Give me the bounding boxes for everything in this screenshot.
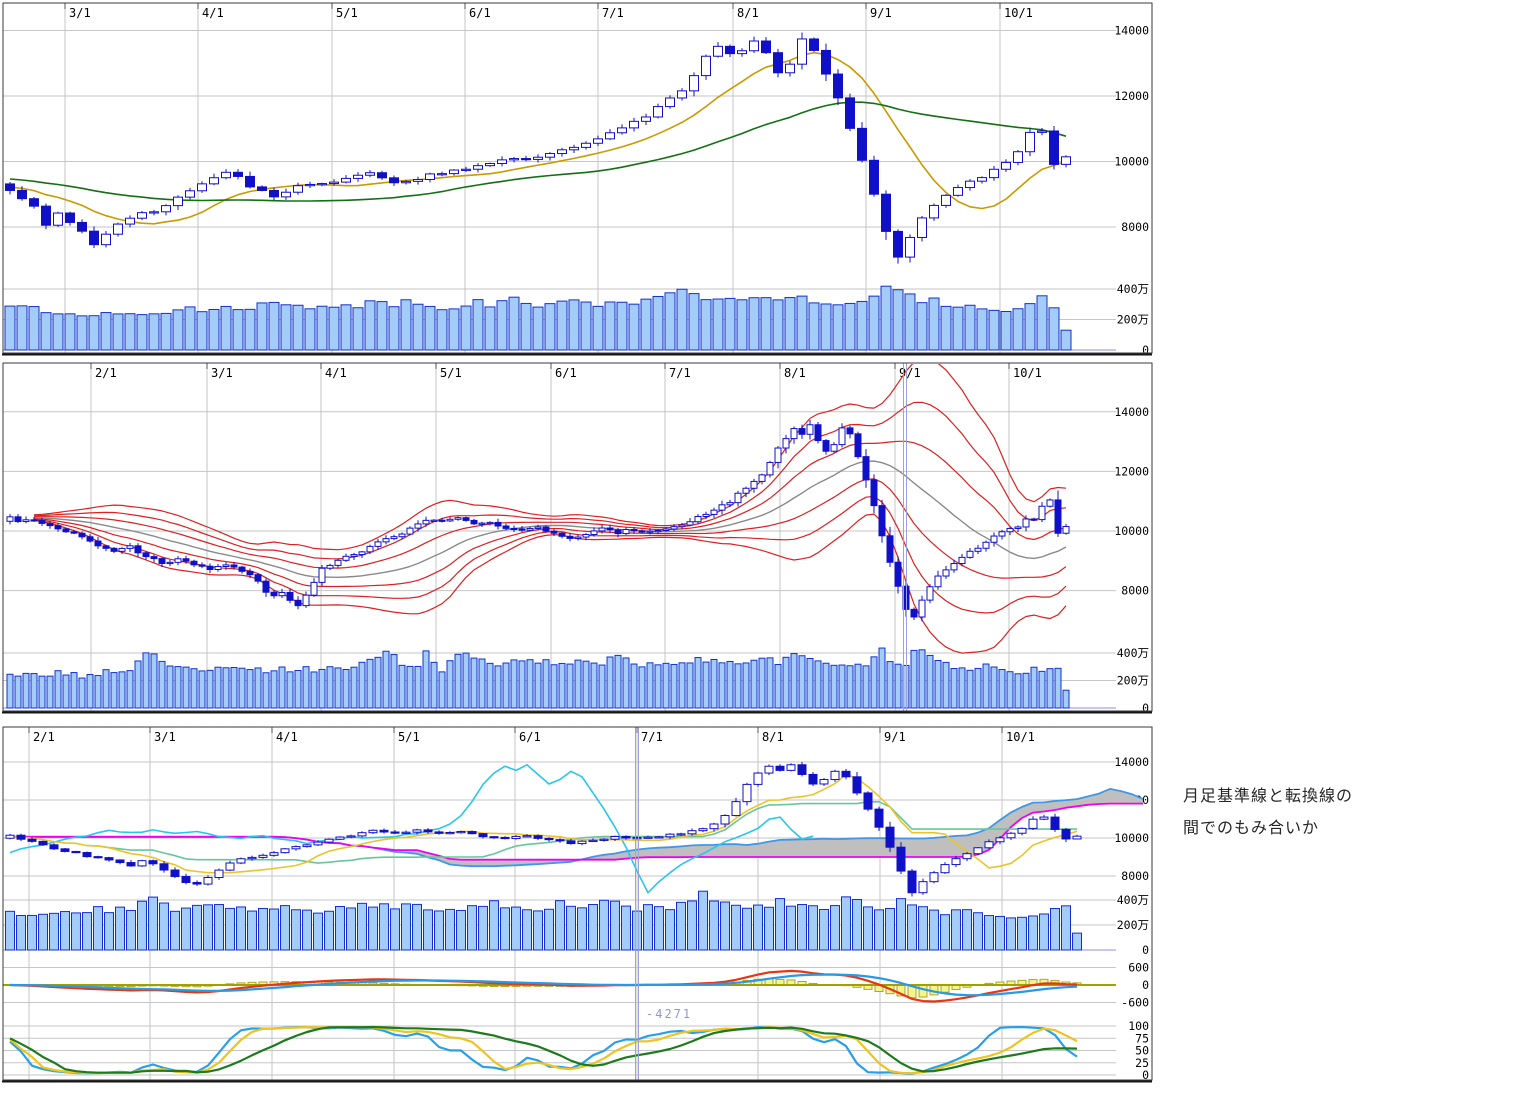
axis-tick-label: 10000	[1114, 831, 1149, 845]
chart-annotation: 月足基準線と転換線の 間でのもみ合いか	[1183, 781, 1513, 845]
axis-tick-label: 200万	[1117, 918, 1149, 932]
month-label: 10/1	[1006, 730, 1035, 744]
month-label: 8/1	[762, 730, 784, 744]
axis-tick-label: 14000	[1114, 755, 1149, 769]
month-label: 2/1	[33, 730, 55, 744]
axis-tick-label: 600	[1128, 961, 1149, 975]
chart-workspace: 1400012000100008000400万200万03/14/15/16/1…	[0, 0, 1530, 1108]
month-label: 4/1	[276, 730, 298, 744]
month-label: 6/1	[519, 730, 541, 744]
plot-background	[3, 727, 1152, 1080]
axis-tick-label: 400万	[1117, 893, 1149, 907]
candlestick-chart-ichimoku[interactable]: 1400012000100008000400万200万06000-6001007…	[0, 0, 1530, 1108]
month-label: 5/1	[398, 730, 420, 744]
cursor-value-readout: -4271	[646, 1007, 692, 1021]
annotation-line-1: 月足基準線と転換線の	[1183, 781, 1513, 813]
axis-tick-label: -600	[1121, 996, 1149, 1010]
axis-tick-label: 8000	[1121, 869, 1149, 883]
axis-tick-label: 0	[1142, 978, 1149, 992]
month-label: 3/1	[154, 730, 176, 744]
annotation-line-2: 間でのもみ合いか	[1183, 813, 1513, 845]
month-label: 7/1	[641, 730, 663, 744]
axis-tick-label: 0	[1142, 943, 1149, 957]
month-label: 9/1	[884, 730, 906, 744]
